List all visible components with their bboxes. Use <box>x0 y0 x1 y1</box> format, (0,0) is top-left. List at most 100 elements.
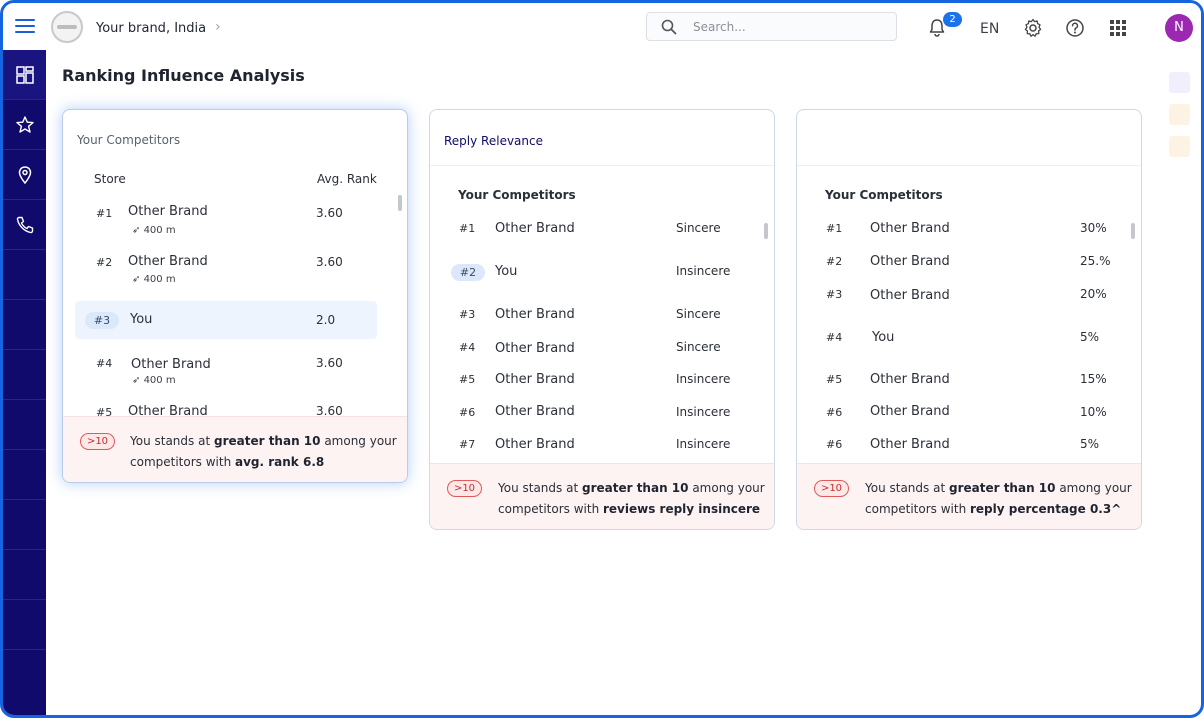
column-header-store: Store <box>94 172 126 186</box>
card-title: Reply Relevance <box>444 134 543 148</box>
alert-badge: >10 <box>80 433 115 450</box>
card-title: Your Competitors <box>77 133 181 147</box>
sidebar-item-empty-5 <box>3 250 46 300</box>
store-name: You <box>872 330 895 345</box>
store-name: Other Brand <box>128 254 208 269</box>
relevance-value: Insincere <box>676 372 731 386</box>
rank-label: #1 <box>459 222 476 235</box>
section-title: Your Competitors <box>825 188 943 202</box>
side-block-orange-1[interactable] <box>1169 104 1190 125</box>
rank-badge: #2 <box>451 264 485 281</box>
menu-icon[interactable] <box>15 19 35 35</box>
avatar[interactable]: N <box>1165 14 1193 42</box>
rank-label: #7 <box>459 438 476 451</box>
percentage-value: 5% <box>1080 437 1100 451</box>
store-name: Other Brand <box>870 404 950 419</box>
percentage-value: 5% <box>1080 330 1100 344</box>
search-input[interactable] <box>693 18 883 36</box>
store-name: Other Brand <box>495 307 575 322</box>
relevance-value: Sincere <box>676 307 721 321</box>
scrollbar-thumb[interactable] <box>1131 223 1135 239</box>
store-name: Other Brand <box>128 204 208 219</box>
phone-icon <box>16 216 34 234</box>
reply-relevance-card: Reply Relevance Your Competitors #1 Othe… <box>429 109 775 530</box>
side-block-purple[interactable] <box>1169 72 1190 93</box>
side-block-orange-2[interactable] <box>1169 136 1190 157</box>
store-name: Other Brand <box>495 341 575 356</box>
language-selector[interactable]: EN <box>980 21 999 37</box>
chevron-right-icon[interactable]: › <box>215 19 221 35</box>
section-title: Your Competitors <box>458 188 576 202</box>
location-pin-icon <box>18 166 32 185</box>
rank-label: #1 <box>826 222 843 235</box>
help-icon[interactable] <box>1064 17 1086 39</box>
summary-text: You stands at greater than 10 among your… <box>498 481 765 516</box>
sidebar-item-locations[interactable] <box>3 150 46 200</box>
sidebar-item-empty-8 <box>3 400 46 450</box>
store-name: You <box>495 264 518 279</box>
sidebar <box>3 50 46 715</box>
app-frame: Your brand, India › 2 EN <box>0 0 1204 718</box>
avg-rank-value: 3.60 <box>316 255 343 269</box>
store-name: Other Brand <box>870 221 950 236</box>
avg-rank-value: 3.60 <box>316 356 343 370</box>
store-name: Other Brand <box>495 437 575 452</box>
rank-label: #2 <box>96 256 113 269</box>
rank-label: #6 <box>459 406 476 419</box>
summary-footer: >10 You stands at greater than 10 among … <box>63 416 407 482</box>
relevance-value: Sincere <box>676 221 721 235</box>
rank-badge: #3 <box>85 312 119 329</box>
apps-grid-icon[interactable] <box>1107 17 1129 39</box>
rank-label: #3 <box>459 308 476 321</box>
gear-icon[interactable] <box>1022 17 1044 39</box>
distance-label: ➶ 400 m <box>132 274 176 285</box>
percentage-value: 20% <box>1080 287 1107 301</box>
store-name: Other Brand <box>870 288 950 303</box>
dashboard-icon <box>16 66 34 84</box>
rank-label: #5 <box>826 373 843 386</box>
store-name: Other Brand <box>495 404 575 419</box>
avg-rank-value: 3.60 <box>316 206 343 220</box>
navigation-icon: ➶ <box>132 274 144 285</box>
percentage-value: 10% <box>1080 405 1107 419</box>
sidebar-item-empty-10 <box>3 500 46 550</box>
page-title: Ranking Influence Analysis <box>62 66 305 85</box>
card-header: Reply Relevance <box>430 110 774 166</box>
avg-rank-value: 2.0 <box>316 313 336 327</box>
sidebar-item-empty-11 <box>3 550 46 600</box>
relevance-value: Sincere <box>676 340 721 354</box>
rank-label: #5 <box>459 373 476 386</box>
competitors-rank-card: Your Competitors Store Avg. Rank #1 Othe… <box>62 109 408 483</box>
rank-label: #6 <box>826 406 843 419</box>
summary-text: You stands at greater than 10 among your… <box>130 434 397 469</box>
brand-name[interactable]: Your brand, India <box>96 21 206 36</box>
top-bar: Your brand, India › 2 EN <box>3 3 1201 53</box>
sidebar-item-dashboard[interactable] <box>3 50 46 100</box>
rank-label: #1 <box>96 207 113 220</box>
store-name: Other Brand <box>870 372 950 387</box>
sidebar-item-favorites[interactable] <box>3 100 46 150</box>
percentage-value: 30% <box>1080 221 1107 235</box>
card-header <box>797 110 1141 166</box>
alert-badge: >10 <box>447 480 482 497</box>
sidebar-item-calls[interactable] <box>3 200 46 250</box>
search-box[interactable] <box>646 12 897 41</box>
search-icon <box>661 19 677 35</box>
reply-percentage-card: Your Competitors #1 Other Brand 30% #2 O… <box>796 109 1142 530</box>
scrollbar-thumb[interactable] <box>764 223 768 239</box>
list-item-you[interactable]: #3 You 2.0 <box>75 301 377 339</box>
store-name: Other Brand <box>131 357 211 372</box>
summary-footer: >10 You stands at greater than 10 among … <box>797 463 1141 529</box>
relevance-value: Insincere <box>676 405 731 419</box>
notification-badge: 2 <box>943 12 962 27</box>
scrollbar-thumb[interactable] <box>398 195 402 211</box>
distance-label: ➶ 400 m <box>132 375 176 386</box>
column-header-avg-rank: Avg. Rank <box>317 172 377 186</box>
rank-label: #4 <box>459 341 476 354</box>
sidebar-item-empty-7 <box>3 350 46 400</box>
store-name: Other Brand <box>495 372 575 387</box>
rank-label: #4 <box>96 357 113 370</box>
store-name: Other Brand <box>870 254 950 269</box>
navigation-icon: ➶ <box>132 225 144 236</box>
store-name: Other Brand <box>870 437 950 452</box>
